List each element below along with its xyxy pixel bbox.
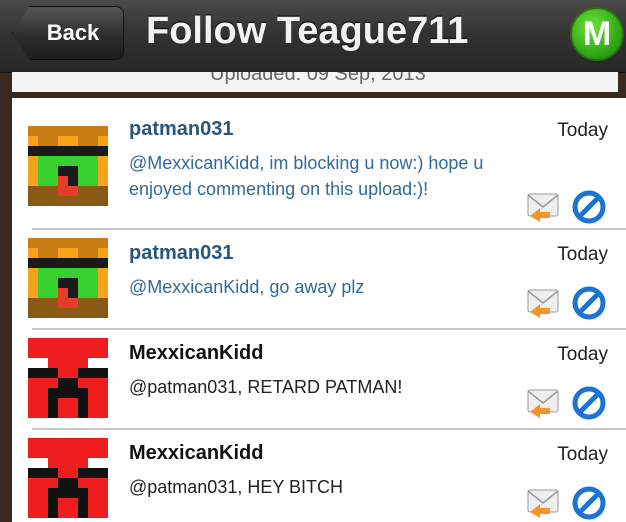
comment-item: patman031 Today @MexxicanKidd, go away p… xyxy=(12,230,626,328)
avatar[interactable] xyxy=(28,338,108,418)
comment-time: Today xyxy=(557,344,608,365)
block-icon[interactable] xyxy=(572,486,606,520)
m-badge-icon[interactable]: M xyxy=(570,7,624,61)
comment-list: patman031 Today @MexxicanKidd, im blocki… xyxy=(12,98,626,522)
comment-text: @patman031, RETARD PATMAN! xyxy=(129,377,403,397)
upload-date-label: Uploaded: 09 Sep, 2013 xyxy=(210,72,426,85)
block-icon[interactable] xyxy=(572,286,606,320)
reply-envelope-icon[interactable] xyxy=(526,286,560,320)
comment-username[interactable]: patman031 xyxy=(129,118,234,141)
comment-time: Today xyxy=(557,120,608,141)
reply-envelope-icon[interactable] xyxy=(526,486,560,520)
comment-text: @MexxicanKidd, go away plz xyxy=(129,277,365,297)
back-button[interactable]: Back xyxy=(12,6,124,60)
reply-envelope-icon[interactable] xyxy=(526,190,560,224)
comment-text: @MexxicanKidd, im blocking u now:) hope … xyxy=(129,153,484,199)
comment-username[interactable]: MexxicanKidd xyxy=(129,442,263,465)
comment-item: MexxicanKidd Today @patman031, RETARD PA… xyxy=(12,330,626,428)
comment-item: patman031 Today @MexxicanKidd, im blocki… xyxy=(12,98,626,228)
avatar[interactable] xyxy=(28,438,108,518)
comment-text: @patman031, HEY BITCH xyxy=(129,477,344,497)
avatar[interactable] xyxy=(28,238,108,318)
page-title: Follow Teague711 xyxy=(146,10,469,52)
comment-item: MexxicanKidd Today @patman031, HEY BITCH xyxy=(12,430,626,522)
comment-time: Today xyxy=(557,244,608,265)
upload-info-strip: Uploaded: 09 Sep, 2013 xyxy=(12,72,618,92)
comment-username[interactable]: patman031 xyxy=(129,242,234,265)
comment-time: Today xyxy=(557,444,608,465)
comment-username[interactable]: MexxicanKidd xyxy=(129,342,263,365)
navigation-bar: Back Follow Teague711 M xyxy=(0,0,626,73)
block-icon[interactable] xyxy=(572,386,606,420)
avatar[interactable] xyxy=(28,126,108,206)
block-icon[interactable] xyxy=(572,190,606,224)
reply-envelope-icon[interactable] xyxy=(526,386,560,420)
